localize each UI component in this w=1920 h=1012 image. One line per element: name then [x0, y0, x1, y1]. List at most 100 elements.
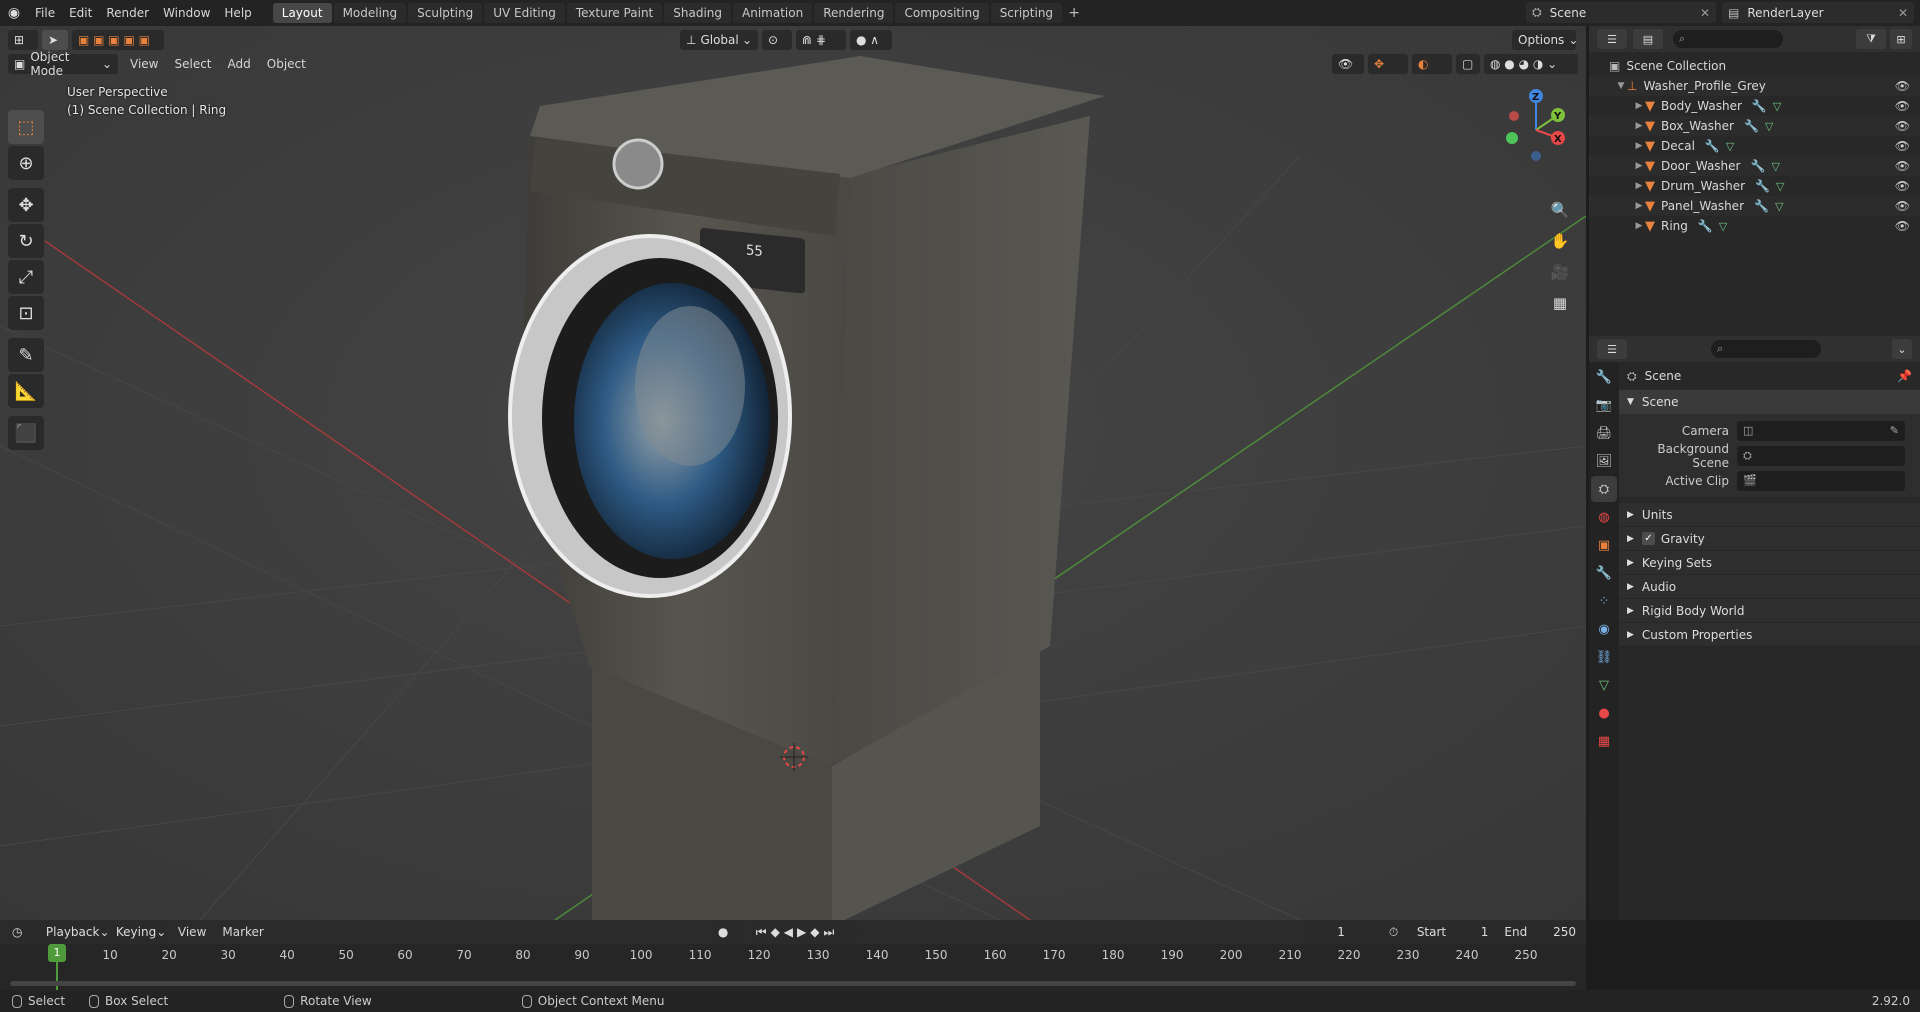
tree-item-object-active[interactable]: ▶ ▼ Ring 🔧 ▽ 👁	[1589, 216, 1920, 236]
new-collection-button[interactable]: ⊞	[1890, 29, 1912, 49]
tab-shading[interactable]: Shading	[664, 3, 731, 23]
end-frame-field[interactable]: End 250	[1498, 922, 1582, 942]
modifier-icon[interactable]: 🔧	[1750, 159, 1765, 173]
tree-item-scene-collection[interactable]: ▣ Scene Collection	[1589, 56, 1920, 76]
transform-orientation-select[interactable]: ⊥ Global ⌄	[680, 30, 758, 50]
texture-icon[interactable]: ▦	[1591, 728, 1617, 754]
tree-item-object[interactable]: ▶ ▼ Decal 🔧 ▽ 👁	[1589, 136, 1920, 156]
timeline-ruler[interactable]: 1 10 20 30 40 50 60 70 80 90 100 110 120 130 140 150 16…	[0, 944, 1586, 990]
tree-item-object[interactable]: ▶ ▼ Panel_Washer 🔧 ▽ 👁	[1589, 196, 1920, 216]
units-panel-header[interactable]: ▶ Units	[1619, 503, 1920, 527]
view-layer-icon[interactable]: 🖼	[1591, 448, 1617, 474]
pan-hand-icon[interactable]: ✋	[1546, 227, 1574, 255]
playback-controls[interactable]: ⏮◆◀▶◆⏭	[749, 922, 860, 942]
audio-panel-header[interactable]: ▶ Audio	[1619, 575, 1920, 599]
eye-icon[interactable]: 👁	[1895, 119, 1910, 133]
tree-item-object[interactable]: ▶ ▼ Body_Washer 🔧 ▽ 👁	[1589, 96, 1920, 116]
xray-button[interactable]: ▢	[1456, 54, 1480, 74]
eyedropper-icon[interactable]: ✎	[1890, 424, 1899, 437]
world-icon[interactable]: ◍	[1591, 504, 1617, 530]
menu-help[interactable]: Help	[217, 0, 258, 26]
menu-object[interactable]: Object	[259, 57, 314, 71]
timeline-scrollbar[interactable]	[10, 981, 1576, 986]
properties-search-input[interactable]: ⌕	[1711, 340, 1821, 358]
eye-icon[interactable]: 👁	[1895, 79, 1910, 93]
menu-view[interactable]: View	[122, 57, 166, 71]
mesh-data-icon[interactable]: ▽	[1765, 120, 1773, 133]
menu-select[interactable]: Select	[166, 57, 219, 71]
select-mode-button[interactable]: ➤	[42, 30, 68, 50]
menu-render[interactable]: Render	[99, 0, 156, 26]
modifier-icon[interactable]: 🔧	[1754, 199, 1769, 213]
grid-projection-icon[interactable]: ▦	[1546, 289, 1574, 317]
expand-arrow-icon[interactable]: ▶	[1633, 181, 1645, 191]
modifier-icon[interactable]: 🔧	[1591, 560, 1617, 586]
preview-range-button[interactable]: ⏱	[1382, 922, 1407, 942]
blender-logo-icon[interactable]: ◉	[0, 5, 28, 21]
camera-view-icon[interactable]: 🎥	[1546, 258, 1574, 286]
background-scene-field[interactable]: ⛭	[1737, 445, 1905, 466]
filter-button[interactable]: ⧩	[1856, 29, 1886, 49]
expand-arrow-icon[interactable]: ▶	[1633, 161, 1645, 171]
menu-window[interactable]: Window	[156, 0, 217, 26]
close-icon[interactable]: ✕	[1898, 6, 1908, 20]
tab-uv-editing[interactable]: UV Editing	[484, 3, 565, 23]
tab-rendering[interactable]: Rendering	[814, 3, 894, 23]
menu-file[interactable]: File	[28, 0, 62, 26]
keying-sets-panel-header[interactable]: ▶ Keying Sets	[1619, 551, 1920, 575]
modifier-icon[interactable]: 🔧	[1755, 179, 1770, 193]
tree-item-washer-collection[interactable]: ▼ ⊥ Washer_Profile_Grey 👁	[1589, 76, 1920, 96]
tree-item-object[interactable]: ▶ ▼ Door_Washer 🔧 ▽ 👁	[1589, 156, 1920, 176]
modifier-icon[interactable]: 🔧	[1744, 119, 1759, 133]
active-clip-field[interactable]: 🎬	[1737, 470, 1905, 491]
eye-icon[interactable]: 👁	[1895, 179, 1910, 193]
mesh-data-icon[interactable]: ▽	[1771, 160, 1779, 173]
render-icon[interactable]: 📷	[1591, 392, 1617, 418]
scene-icon[interactable]: ⛭	[1591, 476, 1617, 502]
constraints-icon[interactable]: ⛓	[1591, 644, 1617, 670]
expand-arrow-icon[interactable]: ▶	[1633, 221, 1645, 231]
camera-field[interactable]: ◫ ✎	[1737, 420, 1905, 441]
custom-properties-panel-header[interactable]: ▶ Custom Properties	[1619, 623, 1920, 647]
expand-arrow-icon[interactable]: ▶	[1633, 101, 1645, 111]
gizmo-neg-x-handle[interactable]	[1509, 111, 1519, 121]
object-icon[interactable]: ▣	[1591, 532, 1617, 558]
tree-item-object[interactable]: ▶ ▼ Drum_Washer 🔧 ▽ 👁	[1589, 176, 1920, 196]
outliner-search-input[interactable]: ⌕	[1673, 30, 1783, 48]
properties-editor-type-button[interactable]: ☰	[1597, 339, 1627, 359]
visibility-button[interactable]: 👁	[1332, 54, 1364, 74]
scale-icon[interactable]: ⤢	[8, 260, 44, 294]
tab-animation[interactable]: Animation	[733, 3, 813, 23]
move-icon[interactable]: ✥	[8, 188, 44, 222]
outliner-editor-type-button[interactable]: ☰	[1597, 29, 1627, 49]
eye-icon[interactable]: 👁	[1895, 99, 1910, 113]
gizmo-neg-z-handle[interactable]	[1531, 151, 1541, 161]
playhead[interactable]: 1	[48, 944, 66, 962]
add-workspace-button[interactable]: +	[1064, 5, 1084, 21]
pin-icon[interactable]: 📌	[1897, 369, 1912, 383]
expand-arrow-icon[interactable]: ▶	[1633, 141, 1645, 151]
timeline-menu-marker[interactable]: Marker	[214, 925, 271, 939]
editor-type-button[interactable]: ⊞	[8, 30, 38, 50]
transform-icon[interactable]: ⊡	[8, 296, 44, 330]
expand-arrow-icon[interactable]: ▶	[1633, 201, 1645, 211]
eye-icon[interactable]: 👁	[1895, 219, 1910, 233]
material-icon[interactable]: ●	[1591, 700, 1617, 726]
scene-selector[interactable]: ⛭ Scene ✕	[1526, 2, 1716, 23]
start-frame-field[interactable]: Start 1	[1410, 922, 1495, 942]
display-mode-button[interactable]: ▤	[1633, 29, 1663, 49]
proportional-editing-button[interactable]: ● ∧	[850, 30, 892, 50]
view-layer-selector[interactable]: ▤ RenderLayer ✕	[1722, 2, 1914, 23]
select-box-icon[interactable]: ⬚	[8, 110, 44, 144]
gizmo-neg-y-handle[interactable]	[1506, 132, 1518, 144]
menu-edit[interactable]: Edit	[62, 0, 99, 26]
overlays-button[interactable]: ◐	[1412, 54, 1452, 74]
object-mode-select[interactable]: ▣ Object Mode ⌄	[8, 50, 118, 78]
tab-compositing[interactable]: Compositing	[895, 3, 989, 23]
gravity-checkbox[interactable]: ✓	[1641, 532, 1655, 545]
rotate-icon[interactable]: ↻	[8, 224, 44, 258]
cursor-icon[interactable]: ⊕	[8, 146, 44, 180]
measure-icon[interactable]: 📐	[8, 374, 44, 408]
particles-icon[interactable]: ⁘	[1591, 588, 1617, 614]
tree-item-object[interactable]: ▶ ▼ Box_Washer 🔧 ▽ 👁	[1589, 116, 1920, 136]
